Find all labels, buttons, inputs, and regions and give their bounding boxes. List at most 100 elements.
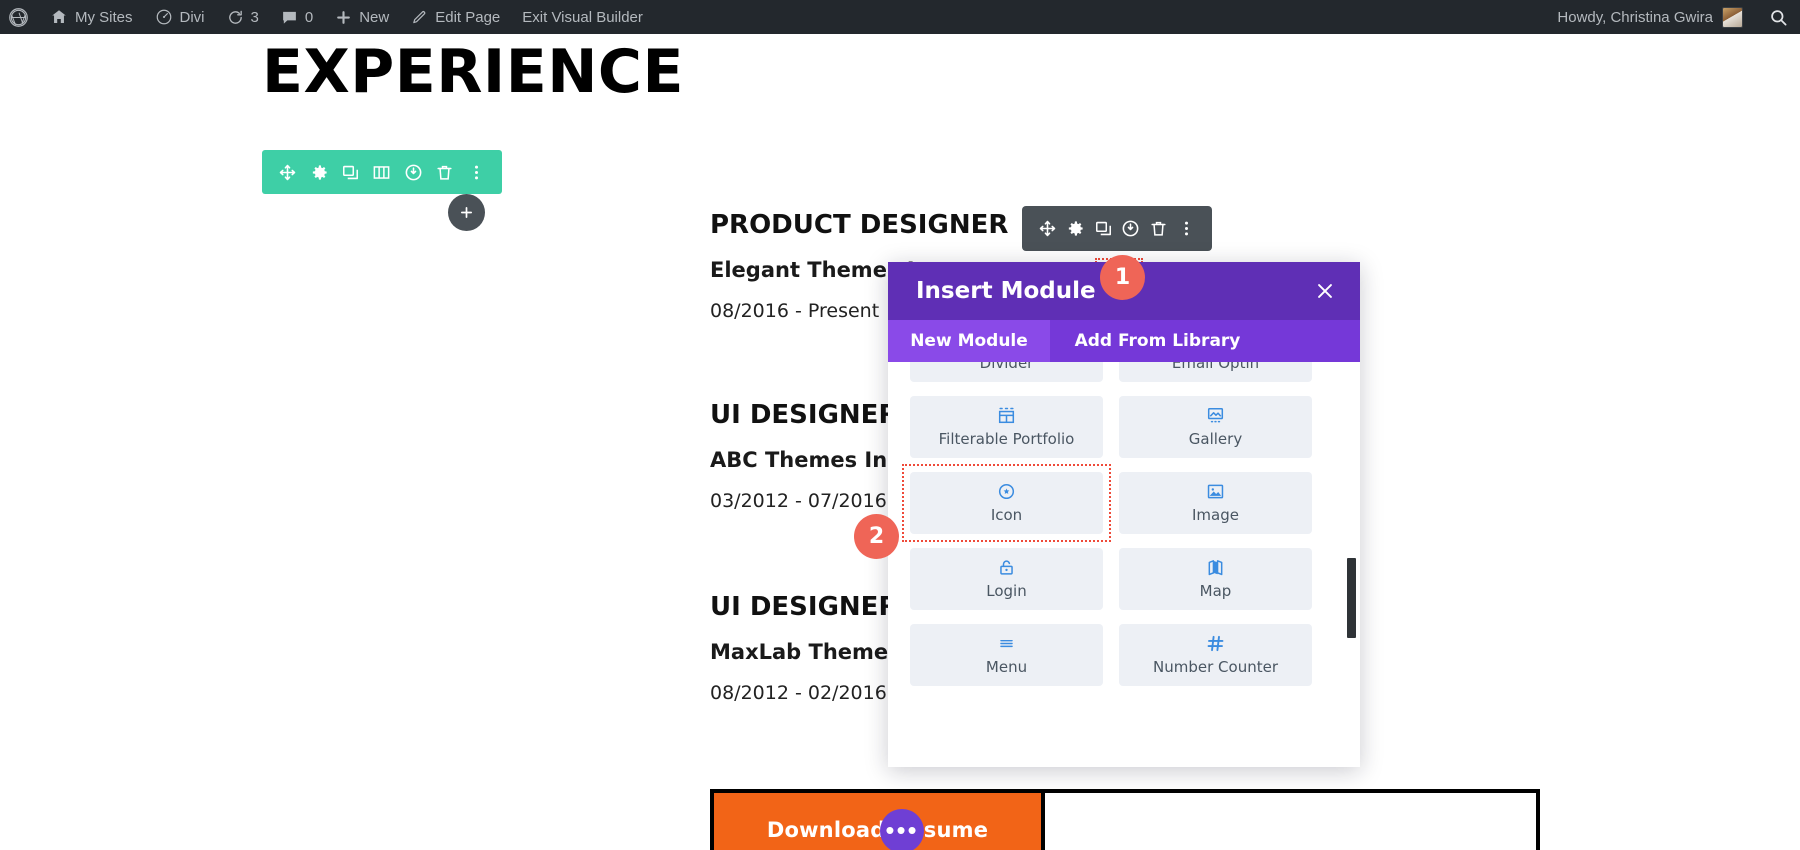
duplicate-icon[interactable] [1094, 219, 1113, 238]
avatar [1722, 6, 1743, 28]
admin-bar-item-new[interactable]: New [324, 0, 400, 34]
module-tile-login[interactable]: Login [910, 548, 1103, 610]
plus-icon [458, 204, 475, 221]
step-badge-2: 2 [854, 514, 899, 559]
admin-bar-label-divi: Divi [179, 8, 205, 26]
module-tile-icon[interactable]: Icon [902, 464, 1111, 542]
comments-icon [281, 9, 298, 26]
module-tile-map[interactable]: Map [1119, 548, 1312, 610]
plus-icon [335, 9, 352, 26]
job-company: MaxLab Themes [710, 640, 901, 664]
module-tile-email-optin[interactable]: Email Optin [1119, 362, 1312, 382]
download-resume-button[interactable]: Download Resume [714, 793, 1045, 850]
admin-bar-label-comments: 0 [304, 8, 314, 26]
duplicate-icon[interactable] [341, 163, 360, 182]
wordpress-logo-button[interactable] [0, 0, 39, 34]
admin-bar-label-exit-visual-builder: Exit Visual Builder [522, 8, 643, 26]
move-icon[interactable] [278, 163, 297, 182]
admin-bar-item-comments[interactable]: 0 [270, 0, 324, 34]
job-title: UI DESIGNER [710, 400, 899, 430]
admin-bar-search-button[interactable] [1753, 8, 1800, 27]
divi-icon [155, 8, 173, 26]
job-company: ABC Themes Inc. [710, 448, 908, 472]
page-title: EXPERIENCE [262, 37, 684, 107]
search-icon [1769, 8, 1788, 27]
admin-bar-label-updates: 3 [250, 8, 259, 26]
modal-body: Divider Email Optin Filterable Portfolio… [888, 362, 1360, 767]
module-tile-divider[interactable]: Divider [910, 362, 1103, 382]
modal-scrollbar[interactable] [1347, 362, 1356, 767]
module-tile-label: Divider [979, 362, 1034, 372]
vertical-scrollbar[interactable] [1347, 558, 1356, 638]
admin-bar-label-my-sites: My Sites [75, 8, 133, 26]
map-icon [1206, 558, 1225, 577]
module-tile-label: Filterable Portfolio [938, 430, 1075, 448]
ellipsis-vertical-icon[interactable] [467, 163, 486, 182]
module-grid: Divider Email Optin Filterable Portfolio… [902, 362, 1312, 686]
trash-icon[interactable] [1149, 219, 1168, 238]
job-title: PRODUCT DESIGNER [710, 210, 1009, 240]
module-tile-image[interactable]: Image [1119, 472, 1312, 534]
insert-module-modal: Insert Module New Module Add From Librar… [888, 262, 1360, 767]
tab-new-module-label: New Module [910, 331, 1028, 351]
ellipsis-horizontal-icon: ••• [885, 815, 919, 846]
resume-row-empty-cell [1045, 793, 1536, 850]
module-tile-gallery[interactable]: Gallery [1119, 396, 1312, 458]
row-add-module-button[interactable] [448, 194, 485, 231]
admin-bar-item-edit-page[interactable]: Edit Page [400, 0, 511, 34]
lock-icon [997, 558, 1016, 577]
module-tile-label: Icon [990, 506, 1023, 524]
module-tile-filterable-portfolio[interactable]: Filterable Portfolio [910, 396, 1103, 458]
close-icon[interactable] [1312, 278, 1338, 304]
power-icon[interactable] [1121, 219, 1140, 238]
module-options-dots-button[interactable]: ••• [880, 809, 924, 850]
module-tile-label: Image [1192, 506, 1239, 524]
admin-bar-label-new: New [359, 8, 390, 26]
step-badge-1: 1 [1100, 255, 1145, 300]
grid-table-icon [997, 406, 1016, 425]
module-tile-label: Gallery [1188, 430, 1243, 448]
circle-star-icon [997, 482, 1016, 501]
hamburger-icon [997, 634, 1016, 653]
modal-title: Insert Module [916, 278, 1096, 304]
wp-admin-bar: My Sites Divi 3 0 New Edit Page Exit Vis… [0, 0, 1800, 34]
admin-bar-item-my-sites[interactable]: My Sites [39, 0, 144, 34]
tab-add-from-library-label: Add From Library [1074, 331, 1241, 351]
job-entry: UI DESIGNER ABC Themes Inc. 03/2012 - 07… [710, 400, 908, 512]
sites-icon [50, 8, 68, 26]
admin-bar-item-exit-visual-builder[interactable]: Exit Visual Builder [511, 0, 654, 34]
modal-tabs: New Module Add From Library [888, 320, 1360, 362]
job-dates: 03/2012 - 07/2016 [710, 490, 887, 512]
updates-icon [227, 9, 244, 26]
hash-icon [1206, 634, 1225, 653]
move-icon[interactable] [1038, 219, 1057, 238]
module-tile-menu[interactable]: Menu [910, 624, 1103, 686]
module-tile-label: Map [1199, 582, 1232, 600]
admin-bar-account-area[interactable]: Howdy, Christina Gwira [1557, 6, 1753, 28]
download-resume-label: Download Resume [766, 818, 989, 842]
tab-new-module[interactable]: New Module [888, 320, 1050, 362]
job-entry: UI DESIGNER MaxLab Themes 08/2012 - 02/2… [710, 592, 901, 704]
gallery-icon [1206, 406, 1225, 425]
trash-icon[interactable] [435, 163, 454, 182]
resume-button-row: Download Resume [710, 789, 1540, 850]
module-tile-label: Number Counter [1153, 658, 1278, 676]
wordpress-logo-icon [8, 7, 29, 28]
module-tile-label: Login [986, 582, 1027, 600]
gear-icon[interactable] [310, 163, 329, 182]
job-dates: 08/2012 - 02/2016 [710, 682, 887, 704]
row-toolbar[interactable] [262, 150, 502, 194]
admin-bar-item-divi[interactable]: Divi [144, 0, 216, 34]
columns-icon[interactable] [372, 163, 391, 182]
tab-add-from-library[interactable]: Add From Library [1050, 320, 1265, 362]
module-tile-label: Email Optin [1171, 362, 1260, 372]
gear-icon[interactable] [1066, 219, 1085, 238]
pencil-icon [411, 9, 428, 26]
module-tile-number-counter[interactable]: Number Counter [1119, 624, 1312, 686]
module-toolbar[interactable] [1022, 206, 1212, 251]
admin-bar-item-updates[interactable]: 3 [216, 0, 270, 34]
power-icon[interactable] [404, 163, 423, 182]
ellipsis-vertical-icon[interactable] [1177, 219, 1196, 238]
howdy-greeting: Howdy, Christina Gwira [1557, 8, 1713, 26]
page-canvas: EXPERIENCE PRODUCT DESIGNER Elegant Them… [0, 34, 1800, 850]
